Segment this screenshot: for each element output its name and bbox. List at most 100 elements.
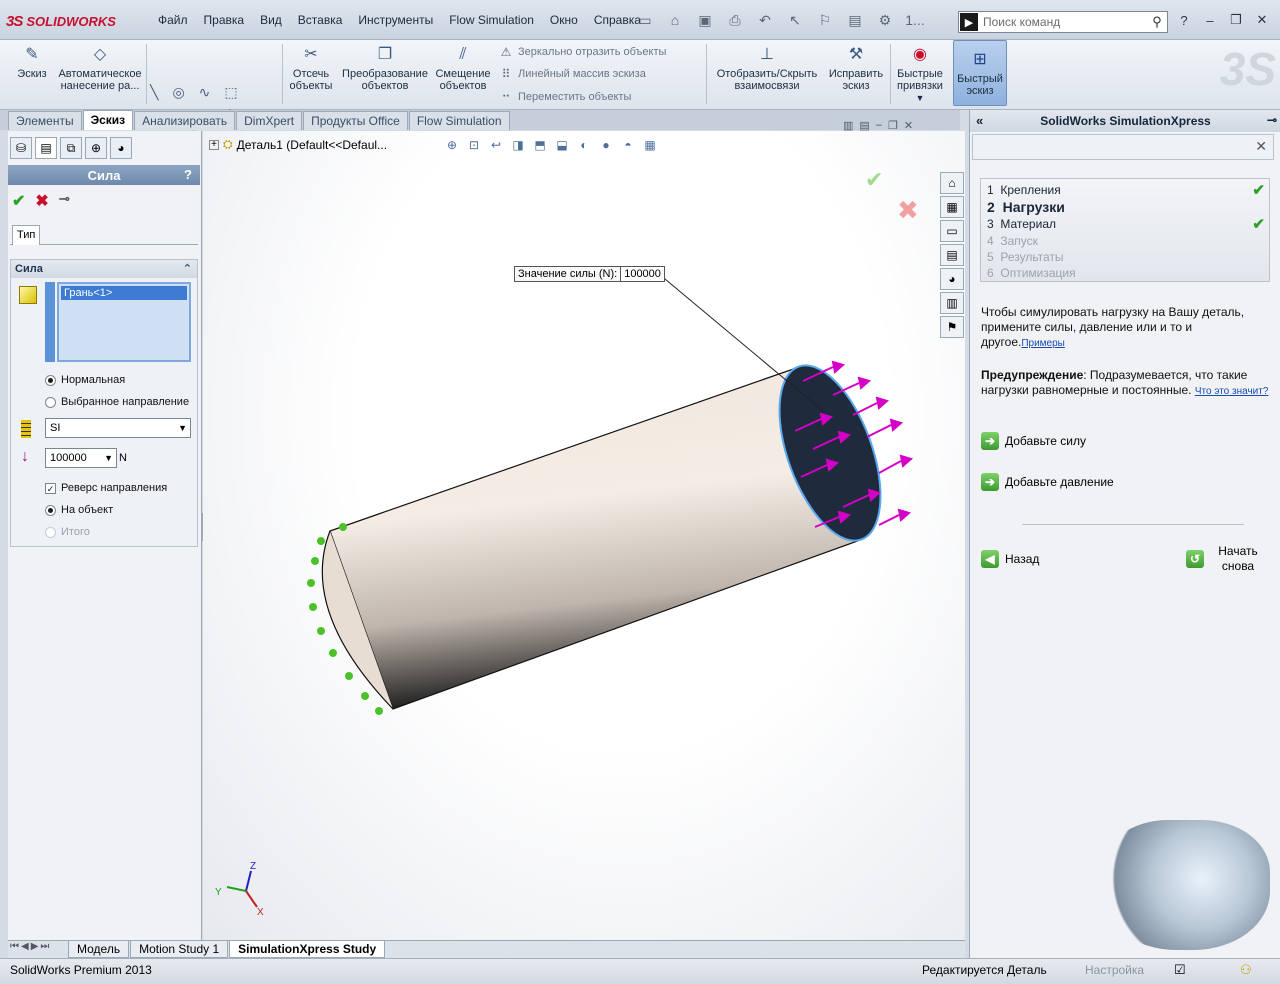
tab-sketch[interactable]: Эскиз xyxy=(82,110,134,130)
cancel-icon[interactable]: ✖ xyxy=(35,191,48,211)
close-icon[interactable]: ✕ xyxy=(1255,138,1267,155)
tab-motion-study[interactable]: Motion Study 1 xyxy=(130,941,229,958)
convert-entities-button[interactable]: ❐ Преобразование объектов xyxy=(340,44,430,93)
command-search[interactable]: ▶ Поиск команд ⚲ xyxy=(958,11,1168,33)
tab-evaluate[interactable]: Анализировать xyxy=(134,111,236,130)
circle-icon[interactable]: ◎ xyxy=(172,84,184,101)
next-tab-icon[interactable]: ▶ xyxy=(31,941,39,952)
save-icon[interactable]: ▣ xyxy=(692,10,718,30)
file-explorer-icon[interactable]: ▭ xyxy=(940,220,964,242)
first-tab-icon[interactable]: ⏮ xyxy=(10,941,19,952)
step-material[interactable]: 3 Материал xyxy=(987,217,1056,231)
mirror-button[interactable]: ⚠ Зеркально отразить объекты xyxy=(498,44,667,60)
tab-dimxpert[interactable]: DimXpert xyxy=(236,111,303,130)
status-settings[interactable]: Настройка xyxy=(1085,963,1144,977)
configuration-manager-icon[interactable]: ⧉ xyxy=(60,137,82,159)
prev-tab-icon[interactable]: ◀ xyxy=(21,941,29,952)
help-icon[interactable]: ? xyxy=(1174,10,1194,30)
confirm-cancel-icon[interactable]: ✖ xyxy=(897,195,919,225)
restart-button[interactable]: ↺ Начать снова xyxy=(1186,544,1262,574)
line-icon[interactable]: ╲ xyxy=(150,84,158,101)
feature-tree-icon[interactable]: ⛁ xyxy=(10,137,32,159)
tab-model[interactable]: Модель xyxy=(68,941,130,958)
close-icon[interactable]: ✕ xyxy=(1252,10,1272,30)
design-library-icon[interactable]: ▦ xyxy=(940,196,964,218)
search-icon[interactable]: ⚲ xyxy=(1147,14,1167,30)
construction-rect-icon[interactable]: ⬚ xyxy=(224,84,237,101)
examples-link[interactable]: Примеры xyxy=(1021,338,1065,349)
menu-window[interactable]: Окно xyxy=(542,13,586,27)
select-icon[interactable]: ↖ xyxy=(782,10,808,30)
model-view[interactable]: ✔ ✖ Z Y X xyxy=(203,131,965,941)
pin-icon[interactable]: ⊸ xyxy=(1267,113,1277,127)
rapid-sketch-button[interactable]: ⊞ Быстрый эскиз xyxy=(953,40,1007,106)
print-icon[interactable]: ⎙ xyxy=(722,10,748,30)
menu-flow-simulation[interactable]: Flow Simulation xyxy=(441,13,542,27)
tab-type[interactable]: Тип xyxy=(12,225,41,245)
force-value-callout[interactable]: Значение силы (N): 100000 xyxy=(514,266,665,282)
collapse-pane-icon[interactable]: « xyxy=(976,113,983,128)
menu-tools[interactable]: Инструменты xyxy=(350,13,441,27)
menu-view[interactable]: Вид xyxy=(252,13,290,27)
move-entities-button[interactable]: ⠒ Переместить объекты xyxy=(498,89,632,105)
selected-direction-radio[interactable]: Выбранное направление xyxy=(45,396,189,408)
linear-pattern-button[interactable]: ⠿ Линейный массив эскиза xyxy=(498,66,646,82)
face-selection-list[interactable]: Грань<1> xyxy=(57,282,191,362)
step-loads[interactable]: 2 Нагрузки xyxy=(987,199,1065,215)
ok-icon[interactable]: ✔ xyxy=(12,191,25,211)
units-select[interactable]: SI ▼ xyxy=(45,418,191,438)
undo-icon[interactable]: ↶ xyxy=(752,10,778,30)
open-icon[interactable]: ⌂ xyxy=(662,10,688,30)
solidworks-resources-icon[interactable]: ⌂ xyxy=(940,172,964,194)
display-manager-icon[interactable]: ◕ xyxy=(110,137,132,159)
dimxpert-manager-icon[interactable]: ⊕ xyxy=(85,137,107,159)
offset-entities-button[interactable]: ⫽ Смещение объектов xyxy=(434,44,492,93)
force-group-header[interactable]: Сила ⌃ xyxy=(11,260,197,278)
pm-help-button[interactable]: ? xyxy=(184,167,192,182)
view-palette-icon[interactable]: ▤ xyxy=(940,244,964,266)
menu-insert[interactable]: Вставка xyxy=(290,13,351,27)
tab-simulationxpress-study[interactable]: SimulationXpress Study xyxy=(229,941,386,958)
graphics-area[interactable]: + ⛭ Деталь1 (Default<<Defaul... ⊕ ⊡ ↩ ◨ … xyxy=(203,119,965,941)
normal-radio[interactable]: Нормальная xyxy=(45,374,125,386)
qat-overflow[interactable]: 1... xyxy=(902,10,928,30)
collapse-icon[interactable]: ⌃ xyxy=(183,262,192,275)
custom-properties-icon[interactable]: ▥ xyxy=(940,292,964,314)
rebuild-icon[interactable]: ⚐ xyxy=(812,10,838,30)
quick-snaps-button[interactable]: ◉ Быстрые привязки ▼ xyxy=(893,44,947,104)
what-does-this-mean-link[interactable]: Что это значит? xyxy=(1195,386,1269,397)
per-item-radio[interactable]: На объект xyxy=(45,504,113,516)
auto-dimension-button[interactable]: ◇ Автоматическое нанесение ра... xyxy=(56,44,144,93)
reverse-direction-checkbox[interactable]: ✓ Реверс направления xyxy=(45,482,167,494)
add-pressure-button[interactable]: ➔ Добавьте давление xyxy=(981,473,1114,491)
pushpin-icon[interactable]: ⊸ xyxy=(59,191,70,211)
property-manager-icon[interactable]: ▤ xyxy=(35,137,57,159)
status-checkbox-icon[interactable]: ☑ xyxy=(1174,962,1186,978)
minimize-icon[interactable]: – xyxy=(1200,10,1220,30)
repair-sketch-button[interactable]: ⚒ Исправить эскиз xyxy=(824,44,888,93)
solidworks-logo[interactable]: 3S SOLIDWORKS xyxy=(6,10,116,32)
step-fixtures[interactable]: 1 Крепления xyxy=(987,183,1061,197)
appearances-icon[interactable]: ◕ xyxy=(940,268,964,290)
tab-flow-simulation[interactable]: Flow Simulation xyxy=(408,111,510,130)
callout-value[interactable]: 100000 xyxy=(620,267,664,281)
options-icon[interactable]: ⚙ xyxy=(872,10,898,30)
trim-button[interactable]: ✂ Отсечь объекты xyxy=(286,44,336,93)
tab-office-products[interactable]: Продукты Office xyxy=(303,111,408,130)
simulationxpress-icon[interactable]: ⚑ xyxy=(940,316,964,338)
new-document-icon[interactable]: ▭ xyxy=(632,10,658,30)
force-value-input[interactable]: 100000 ▼ xyxy=(45,448,117,468)
tab-features[interactable]: Элементы xyxy=(8,111,82,130)
sketch-button[interactable]: ✎ Эскиз xyxy=(12,44,52,81)
restore-icon[interactable]: ❐ xyxy=(1226,10,1246,30)
back-button[interactable]: ◀ Назад xyxy=(981,550,1039,568)
add-force-button[interactable]: ➔ Добавьте силу xyxy=(981,432,1086,450)
confirm-ok-icon[interactable]: ✔ xyxy=(865,167,883,192)
last-tab-icon[interactable]: ⏭ xyxy=(40,941,49,952)
face-selection-item[interactable]: Грань<1> xyxy=(61,286,187,300)
display-relations-button[interactable]: ⊥ Отобразить/Скрыть взаимосвязи xyxy=(712,44,822,93)
spline-icon[interactable]: ∿ xyxy=(199,84,211,101)
status-tag-icon[interactable]: ⚇ xyxy=(1240,962,1252,978)
file-properties-icon[interactable]: ▤ xyxy=(842,10,868,30)
menu-file[interactable]: Файл xyxy=(150,13,196,27)
